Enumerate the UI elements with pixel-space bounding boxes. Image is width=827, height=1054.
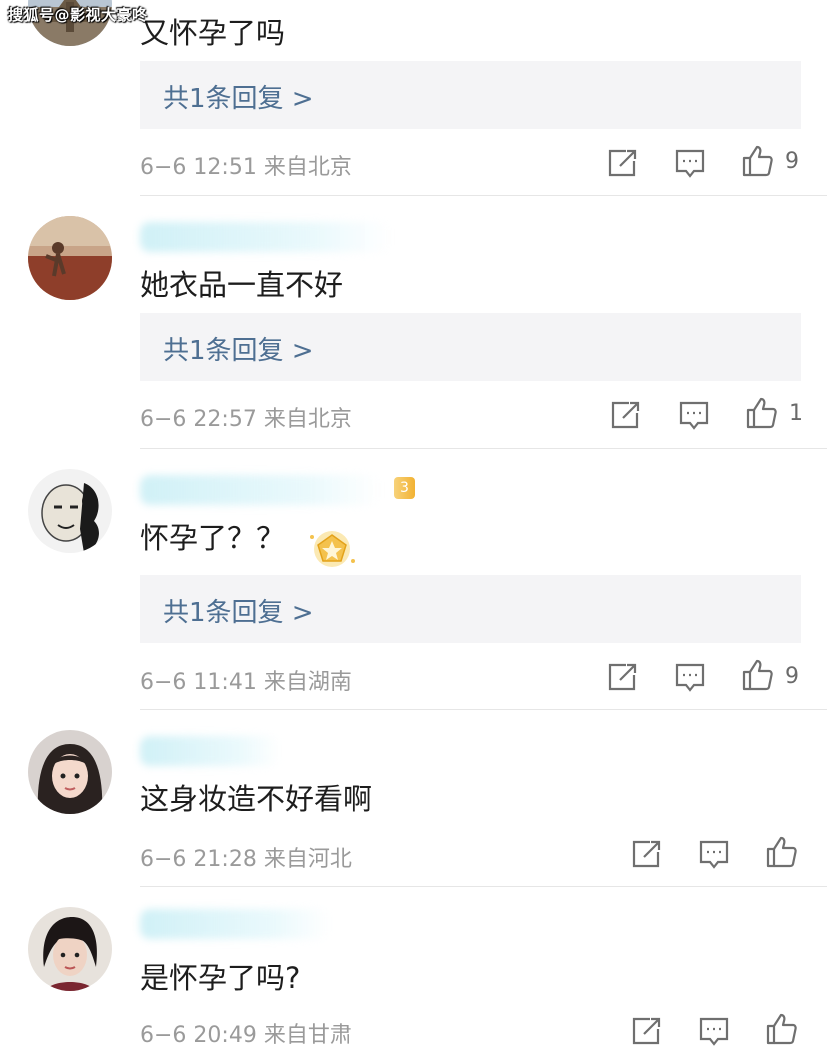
comment-button[interactable] — [697, 837, 731, 871]
reply-box[interactable]: 共1条回复 > — [140, 575, 801, 643]
comment-button[interactable] — [673, 146, 707, 180]
fan-level-value: 3 — [400, 480, 409, 496]
like-count: 1 — [789, 401, 803, 426]
star-badge-icon — [306, 527, 358, 571]
timestamp-location: 6−6 22:57 来自北京 — [140, 407, 352, 432]
comment-icon — [699, 1017, 729, 1046]
comment-text: 她衣品一直不好 — [140, 268, 344, 302]
comment-button[interactable] — [677, 398, 711, 432]
share-icon — [611, 401, 640, 429]
share-button[interactable] — [606, 146, 640, 180]
like-button[interactable] — [741, 144, 775, 178]
like-button[interactable] — [741, 658, 775, 692]
comment-icon — [679, 401, 709, 430]
timestamp-location: 6−6 12:51 来自北京 — [140, 155, 352, 180]
comment-icon — [675, 663, 705, 692]
timestamp-location: 6−6 20:49 来自甘肃 — [140, 1023, 352, 1048]
share-button[interactable] — [630, 837, 664, 871]
avatar[interactable] — [28, 730, 112, 814]
share-icon — [608, 149, 637, 177]
comment-item: 她衣品一直不好 共1条回复 > 6−6 22:57 来自北京 1 — [0, 196, 827, 449]
username-blurred — [140, 475, 380, 505]
reply-box[interactable]: 共1条回复 > — [140, 313, 801, 381]
share-button[interactable] — [606, 660, 640, 694]
like-count: 9 — [785, 149, 799, 174]
like-button[interactable] — [745, 396, 779, 430]
like-count: 9 — [785, 664, 799, 689]
thumbs-up-icon — [766, 1013, 797, 1045]
reply-count-link[interactable]: 共1条回复 > — [163, 78, 314, 115]
comment-item: 又怀孕了吗 共1条回复 > 6−6 12:51 来自北京 9 — [0, 0, 827, 196]
thumbs-up-icon — [766, 836, 797, 868]
fan-level-badge: 3 — [394, 477, 415, 499]
comment-text: 怀孕了？？ — [140, 521, 286, 555]
comment-button[interactable] — [673, 660, 707, 694]
share-icon — [632, 840, 661, 868]
share-button[interactable] — [609, 398, 643, 432]
like-button[interactable] — [765, 1012, 799, 1046]
comment-text: 这身妆造不好看啊 — [140, 782, 373, 816]
reply-count-link[interactable]: 共1条回复 > — [163, 592, 314, 629]
share-button[interactable] — [630, 1014, 664, 1048]
reply-box[interactable]: 共1条回复 > — [140, 61, 801, 129]
share-icon — [608, 663, 637, 691]
avatar[interactable] — [28, 907, 112, 991]
comment-icon — [675, 149, 705, 178]
comment-text: 是怀孕了吗? — [140, 961, 301, 995]
avatar[interactable] — [28, 216, 112, 300]
watermark: 搜狐号@影视大豪咚 — [8, 6, 148, 24]
timestamp-location: 6−6 11:41 来自湖南 — [140, 670, 352, 695]
thumbs-up-icon — [746, 397, 777, 429]
timestamp-location: 6−6 21:28 来自河北 — [140, 847, 352, 872]
username-blurred — [140, 736, 280, 766]
username-blurred — [140, 222, 390, 252]
comment-icon — [699, 840, 729, 869]
comment-item: 这身妆造不好看啊 6−6 21:28 来自河北 — [0, 710, 827, 887]
avatar[interactable] — [28, 469, 112, 553]
comment-button[interactable] — [697, 1014, 731, 1048]
share-icon — [632, 1017, 661, 1045]
reply-count-link[interactable]: 共1条回复 > — [163, 330, 314, 367]
like-button[interactable] — [765, 835, 799, 869]
comment-text: 又怀孕了吗 — [140, 16, 286, 50]
thumbs-up-icon — [742, 145, 773, 177]
comment-item: 3 怀孕了？？ 共1条回复 > 6−6 11:41 来自湖南 9 — [0, 449, 827, 710]
thumbs-up-icon — [742, 659, 773, 691]
username-blurred — [140, 909, 330, 939]
comment-item: 是怀孕了吗? 6−6 20:49 来自甘肃 — [0, 887, 827, 1054]
